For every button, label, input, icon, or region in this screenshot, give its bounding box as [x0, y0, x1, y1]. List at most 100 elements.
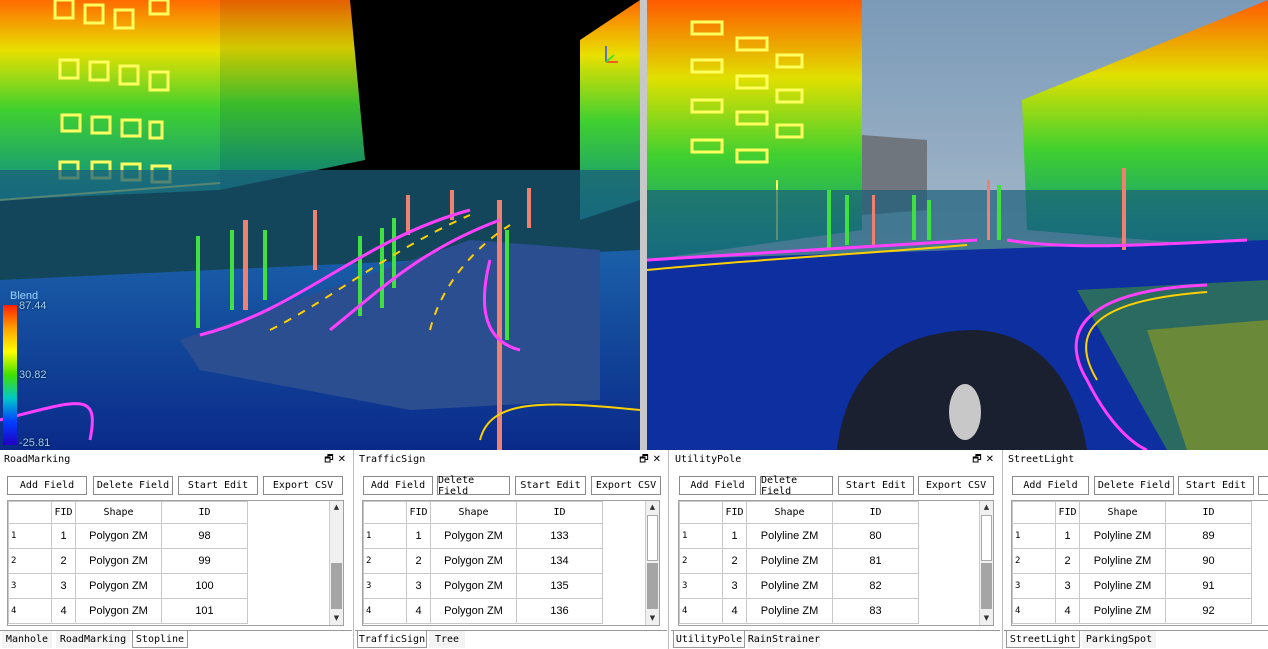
color-scale-bar — [3, 305, 17, 445]
restore-icon[interactable]: 🗗 — [972, 454, 981, 465]
add-field-button[interactable]: Add Field — [679, 476, 756, 495]
attribute-table[interactable]: FID Shape ID 1 1 Polygon ZM 133 2 2 Polygon Z… — [362, 500, 660, 626]
row-header-column — [8, 501, 52, 524]
table-row[interactable]: 1 1 Polygon ZM 98 — [8, 523, 248, 549]
table-row[interactable]: 1 1 Polyline ZM 80 — [679, 523, 919, 549]
table-row[interactable]: 4 4 Polygon ZM 136 — [363, 598, 603, 624]
delete-field-button[interactable]: Delete Field — [760, 475, 833, 497]
start-edit-button[interactable]: Start Edit — [178, 476, 258, 495]
delete-field-button[interactable]: Delete Field — [93, 476, 173, 495]
table-row[interactable]: 3 3 Polygon ZM 135 — [363, 573, 603, 599]
scroll-up-icon[interactable]: ▲ — [330, 501, 343, 514]
tab-utilitypole[interactable]: UtilityPole — [673, 631, 745, 648]
row-header-column — [679, 501, 723, 524]
legend-max: 87.44 — [19, 300, 47, 312]
roadmarking-panel: RoadMarking 🗗 ✕ Add Field Delete Field St… — [0, 450, 352, 649]
tab-streetlight[interactable]: StreetLight — [1006, 631, 1080, 648]
layer-tabs: UtilityPole RainStrainer — [671, 630, 1000, 649]
table-row[interactable]: 2 2 Polyline ZM 81 — [679, 548, 919, 574]
table-row[interactable]: 2 2 Polygon ZM 99 — [8, 548, 248, 574]
tab-tree[interactable]: Tree — [429, 631, 465, 648]
tab-manhole[interactable]: Manhole — [2, 631, 52, 648]
legend-min: -25.81 — [19, 437, 51, 449]
attribute-table-grid: FID Shape ID 1 1 Polygon ZM 98 2 2 Polygon ZM… — [8, 501, 248, 624]
scroll-down-icon[interactable]: ▼ — [646, 612, 659, 625]
tab-parkingspot[interactable]: ParkingSpot — [1082, 631, 1156, 648]
point-cloud-viewport-left[interactable]: Blend 87.44 30.82 -25.81 — [0, 0, 640, 450]
tab-rainstrainer[interactable]: RainStrainer — [748, 631, 820, 648]
table-row[interactable]: 4 4 Polygon ZM 101 — [8, 598, 248, 624]
attribute-table-grid: FID Shape ID 1 1 Polygon ZM 133 2 2 Polygon Z… — [363, 501, 603, 624]
attribute-table[interactable]: FID Shape ID 1 1 Polygon ZM 98 2 2 Polygon ZM… — [7, 500, 344, 626]
scroll-down-icon[interactable]: ▼ — [330, 612, 343, 625]
layer-tabs: TrafficSign Tree — [355, 630, 667, 649]
scroll-thumb[interactable] — [647, 515, 658, 561]
table-row[interactable]: 1 1 Polyline ZM 89 — [1012, 523, 1252, 549]
layer-tabs: StreetLight ParkingSpot — [1004, 630, 1268, 649]
attribute-table-grid: FID Shape ID 1 1 Polyline ZM 80 2 2 Polyline … — [679, 501, 919, 624]
restore-icon[interactable]: 🗗 — [324, 454, 333, 465]
attribute-table[interactable]: FID Shape ID 1 1 Polyline ZM 89 2 2 Polyline … — [1011, 500, 1268, 626]
column-id[interactable]: ID — [1165, 501, 1252, 524]
column-id[interactable]: ID — [832, 501, 919, 524]
table-row[interactable]: 4 4 Polyline ZM 92 — [1012, 598, 1252, 624]
column-fid[interactable]: FID — [51, 501, 76, 524]
panel-title: TrafficSign — [359, 454, 426, 465]
layer-tabs: Manhole RoadMarking Stopline — [0, 630, 352, 649]
column-id[interactable]: ID — [516, 501, 603, 524]
table-row[interactable]: 3 3 Polyline ZM 82 — [679, 573, 919, 599]
start-edit-button[interactable]: Start Edit — [1178, 476, 1254, 495]
table-row[interactable]: 2 2 Polygon ZM 134 — [363, 548, 603, 574]
point-cloud-scene-right — [647, 0, 1268, 450]
delete-field-button[interactable]: Delete Field — [1094, 476, 1174, 495]
table-row[interactable]: 4 4 Polyline ZM 83 — [679, 598, 919, 624]
export-csv-button[interactable]: Export CSV — [263, 476, 343, 495]
column-shape[interactable]: Shape — [746, 501, 833, 524]
export-csv-button[interactable]: Export CSV — [591, 476, 661, 495]
vertical-scrollbar[interactable]: ▲ ▼ — [329, 501, 343, 625]
column-fid[interactable]: FID — [1055, 501, 1080, 524]
table-row[interactable]: 1 1 Polygon ZM 133 — [363, 523, 603, 549]
column-fid[interactable]: FID — [722, 501, 747, 524]
attribute-table-grid: FID Shape ID 1 1 Polyline ZM 89 2 2 Polyline … — [1012, 501, 1252, 624]
column-fid[interactable]: FID — [406, 501, 431, 524]
table-row[interactable]: 3 3 Polygon ZM 100 — [8, 573, 248, 599]
vertical-scrollbar[interactable]: ▲ ▼ — [645, 501, 659, 625]
scroll-thumb[interactable] — [981, 515, 992, 561]
export-csv-button[interactable] — [1258, 476, 1268, 495]
scroll-up-icon[interactable]: ▲ — [646, 501, 659, 514]
vertical-scrollbar[interactable]: ▲ ▼ — [979, 501, 993, 625]
tab-roadmarking[interactable]: RoadMarking — [56, 631, 130, 648]
close-icon[interactable]: ✕ — [338, 454, 346, 465]
scroll-up-icon[interactable]: ▲ — [980, 501, 993, 514]
attribute-table[interactable]: FID Shape ID 1 1 Polyline ZM 80 2 2 Polyline … — [678, 500, 994, 626]
delete-field-button[interactable]: Delete Field — [437, 475, 510, 497]
scroll-down-icon[interactable]: ▼ — [980, 612, 993, 625]
close-icon[interactable]: ✕ — [653, 454, 661, 465]
restore-icon[interactable]: 🗗 — [639, 454, 648, 465]
close-icon[interactable]: ✕ — [986, 454, 994, 465]
add-field-button[interactable]: Add Field — [363, 476, 433, 495]
add-field-button[interactable]: Add Field — [7, 476, 87, 495]
point-cloud-scene-left — [0, 0, 640, 450]
export-csv-button[interactable]: Export CSV — [918, 476, 994, 495]
point-cloud-viewport-right[interactable] — [647, 0, 1268, 450]
panel-title: StreetLight — [1008, 454, 1075, 465]
start-edit-button[interactable]: Start Edit — [838, 476, 914, 495]
tab-trafficsign[interactable]: TrafficSign — [357, 631, 427, 648]
start-edit-button[interactable]: Start Edit — [515, 476, 586, 495]
panel-title: RoadMarking — [4, 454, 71, 465]
column-id[interactable]: ID — [161, 501, 248, 524]
streetlight-panel: StreetLight Add Field Delete Field Start… — [1004, 450, 1268, 649]
utilitypole-panel: UtilityPole 🗗 ✕ Add Field Delete Field St… — [671, 450, 1000, 649]
legend-mid: 30.82 — [19, 369, 47, 381]
table-row[interactable]: 2 2 Polyline ZM 90 — [1012, 548, 1252, 574]
row-header-column — [363, 501, 407, 524]
table-row[interactable]: 3 3 Polyline ZM 91 — [1012, 573, 1252, 599]
add-field-button[interactable]: Add Field — [1012, 476, 1089, 495]
column-shape[interactable]: Shape — [1079, 501, 1166, 524]
column-shape[interactable]: Shape — [75, 501, 162, 524]
column-shape[interactable]: Shape — [430, 501, 517, 524]
tab-stopline[interactable]: Stopline — [132, 631, 188, 648]
viewport-splitter[interactable] — [640, 0, 647, 450]
